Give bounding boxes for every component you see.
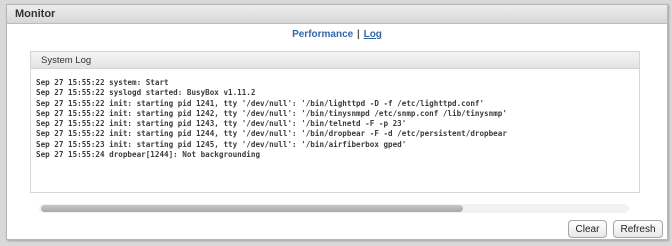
window-title: Monitor <box>7 5 667 24</box>
log-line: Sep 27 15:55:22 init: starting pid 1242,… <box>36 108 507 118</box>
log-line: Sep 27 15:55:23 init: starting pid 1245,… <box>36 139 407 149</box>
log-output[interactable]: Sep 27 15:55:22 system: Start Sep 27 15:5… <box>36 78 634 188</box>
system-log-panel: System Log Sep 27 15:55:22 system: Start… <box>30 51 640 213</box>
log-line: Sep 27 15:55:22 system: Start <box>36 78 169 87</box>
nav-link-performance[interactable]: Performance <box>292 29 353 40</box>
clear-button[interactable]: Clear <box>568 220 607 238</box>
refresh-button[interactable]: Refresh <box>613 220 663 238</box>
monitor-nav: Performance | Log <box>7 29 667 43</box>
log-line: Sep 27 15:55:24 dropbear[1244]: Not back… <box>36 150 261 160</box>
log-lines: Sep 27 15:55:22 system: Start Sep 27 15:5… <box>36 78 634 160</box>
system-log-title: System Log <box>31 52 639 69</box>
scrollbar-thumb[interactable] <box>41 205 463 212</box>
horizontal-scrollbar[interactable] <box>39 204 629 213</box>
log-line: Sep 27 15:55:22 syslogd started: BusyBox… <box>36 88 256 98</box>
nav-separator: | <box>357 29 360 40</box>
log-line: Sep 27 15:55:22 init: starting pid 1244,… <box>36 129 507 139</box>
monitor-window: Monitor Performance | Log System Log Sep… <box>6 4 668 240</box>
log-line: Sep 27 15:55:22 init: starting pid 1243,… <box>36 119 407 129</box>
log-line: Sep 27 15:55:22 init: starting pid 1241,… <box>36 98 485 108</box>
nav-link-log[interactable]: Log <box>364 29 382 40</box>
